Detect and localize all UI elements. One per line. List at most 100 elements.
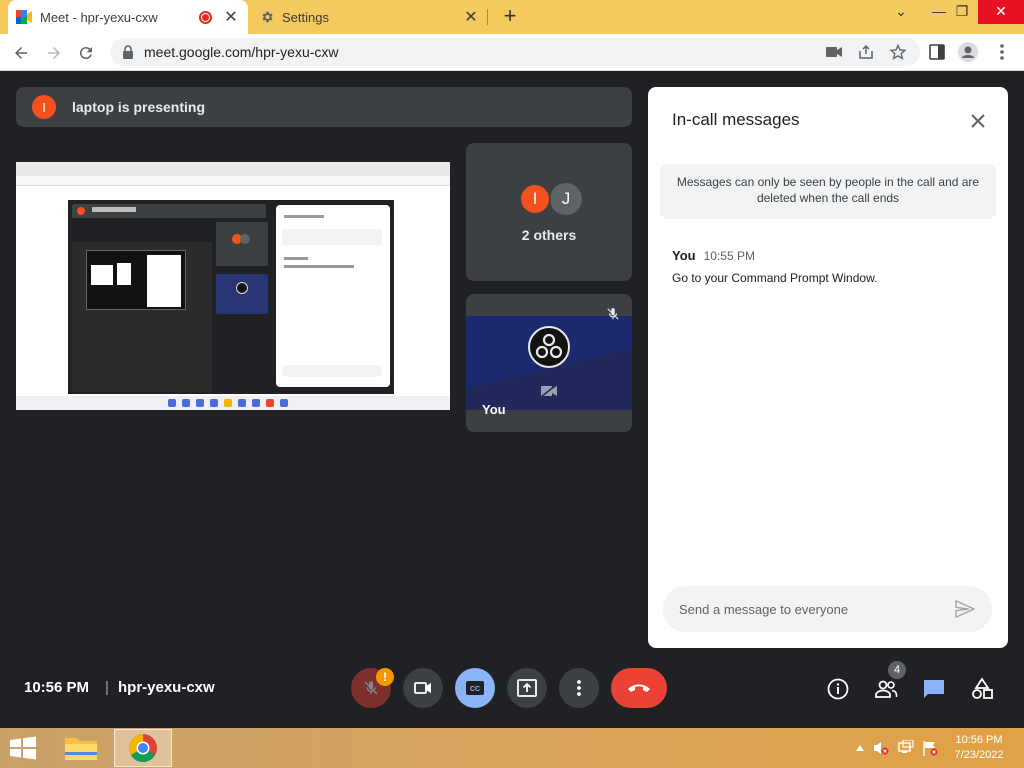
- participant-avatar-j: J: [550, 183, 582, 215]
- send-message-button[interactable]: [954, 598, 976, 620]
- tab-meet-title: Meet - hpr-yexu-cxw: [40, 9, 158, 25]
- bookmark-star-icon[interactable]: [888, 42, 908, 62]
- lock-icon: [123, 45, 133, 59]
- show-hidden-icons-chevron-up-icon[interactable]: [852, 740, 868, 756]
- svg-text:CC: CC: [470, 686, 480, 693]
- tab-meet-close-icon[interactable]: ✕: [222, 7, 240, 27]
- taskbar-time: 10:56 PM: [955, 734, 1003, 746]
- browser-tab-strip: Meet - hpr-yexu-cxw ✕ Settings ✕ + ⌄ — ❐…: [0, 0, 1024, 34]
- shared-screen-nested-share: [72, 242, 212, 392]
- tab-settings-close-icon[interactable]: ✕: [462, 7, 480, 27]
- file-explorer-taskbar-button[interactable]: [62, 733, 100, 763]
- folder-icon: [65, 738, 97, 760]
- shared-screen-chat-panel: [276, 205, 390, 387]
- toggle-captions-button[interactable]: CC: [455, 668, 495, 708]
- hang-up-icon: [628, 684, 650, 692]
- reload-button[interactable]: [73, 40, 99, 66]
- more-options-button[interactable]: [559, 668, 599, 708]
- side-panel-icon[interactable]: [927, 42, 947, 62]
- tab-settings[interactable]: Settings ✕: [252, 0, 488, 34]
- chat-message-input[interactable]: [663, 586, 992, 632]
- people-icon: [875, 680, 898, 698]
- meeting-clock: 10:56 PM: [24, 679, 90, 696]
- restore-window-button[interactable]: ❐: [945, 0, 979, 24]
- windows-taskbar: [0, 728, 1024, 768]
- reload-icon: [79, 47, 92, 60]
- windows-logo-icon: [10, 736, 36, 760]
- shared-screen-taskbar: [16, 396, 450, 410]
- google-meet-icon: [16, 10, 32, 24]
- participant-count-badge: 4: [888, 661, 906, 679]
- activities-button[interactable]: [969, 676, 995, 702]
- tab-search-chevron-down-icon[interactable]: ⌄: [884, 0, 918, 24]
- chat-message: You 10:55 PM Go to your Command Prompt Wi…: [672, 247, 877, 285]
- chat-bubble-icon: [924, 680, 944, 698]
- chat-with-everyone-button[interactable]: [921, 676, 947, 702]
- meeting-code: hpr-yexu-cxw: [118, 679, 215, 696]
- camera-off-icon: [540, 384, 558, 403]
- chat-message-sender: You: [672, 248, 696, 263]
- participant-avatar-i: I: [519, 183, 551, 215]
- tab-divider: [487, 9, 488, 25]
- shared-screen-toolbar: [16, 176, 450, 186]
- obs-logo-icon: [528, 326, 570, 368]
- browser-menu-kebab-icon[interactable]: [992, 42, 1012, 62]
- chrome-taskbar-button[interactable]: [114, 729, 172, 767]
- shared-screen-meet-window: [68, 200, 394, 394]
- browser-toolbar: meet.google.com/hpr-yexu-cxw: [0, 34, 1024, 71]
- self-label: You: [482, 402, 506, 417]
- presenter-avatar: I: [32, 95, 56, 119]
- recording-indicator-icon: [199, 10, 212, 24]
- shared-screen-you-tile: [216, 274, 268, 314]
- action-center-flag-icon[interactable]: [922, 740, 938, 756]
- mic-off-icon: [606, 306, 620, 327]
- shared-screen-presenting-bar: [72, 204, 266, 218]
- others-participants-tile[interactable]: I J 2 others: [466, 143, 632, 281]
- chat-panel-title: In-call messages: [672, 110, 800, 129]
- present-screen-icon: [517, 679, 537, 697]
- new-tab-button[interactable]: +: [498, 4, 522, 28]
- tab-meet[interactable]: Meet - hpr-yexu-cxw ✕: [8, 0, 248, 34]
- info-icon: [827, 678, 849, 700]
- toggle-camera-button[interactable]: [403, 668, 443, 708]
- chat-privacy-notice: Messages can only be seen by people in t…: [660, 164, 996, 219]
- shapes-icon: [972, 678, 993, 699]
- address-bar[interactable]: meet.google.com/hpr-yexu-cxw: [110, 38, 920, 66]
- network-icon[interactable]: [898, 740, 914, 756]
- close-icon: [971, 114, 985, 128]
- more-vert-icon: [577, 680, 581, 696]
- gear-icon: [262, 11, 273, 23]
- chat-message-text: Go to your Command Prompt Window.: [672, 271, 878, 285]
- tab-settings-title: Settings: [282, 9, 329, 25]
- shared-screen-tabstrip: [16, 162, 450, 176]
- meeting-info-separator: |: [105, 679, 109, 696]
- closed-captions-icon: CC: [466, 681, 484, 695]
- forward-button[interactable]: [41, 40, 67, 66]
- address-bar-url: meet.google.com/hpr-yexu-cxw: [144, 44, 339, 60]
- volume-muted-icon[interactable]: [873, 740, 889, 756]
- in-call-messages-panel: In-call messages Messages can only be se…: [648, 87, 1008, 648]
- present-now-button[interactable]: [507, 668, 547, 708]
- presenting-text: laptop is presenting: [72, 99, 206, 115]
- shared-screen-tile[interactable]: [16, 162, 450, 410]
- others-label: 2 others: [521, 227, 577, 243]
- chat-close-button[interactable]: [966, 109, 990, 133]
- chrome-icon: [129, 734, 157, 762]
- arrow-right-icon: [48, 47, 60, 59]
- meeting-details-button[interactable]: [825, 676, 851, 702]
- windows-start-button[interactable]: [8, 736, 38, 760]
- profile-avatar-icon[interactable]: [958, 42, 978, 62]
- close-window-button[interactable]: ✕: [978, 0, 1024, 24]
- self-video-tile[interactable]: You: [466, 294, 632, 432]
- shared-screen-others-tile: [216, 222, 268, 266]
- camera-in-use-icon[interactable]: [824, 42, 844, 62]
- show-everyone-button[interactable]: [873, 676, 899, 702]
- taskbar-clock[interactable]: 10:56 PM 7/23/2022: [944, 733, 1014, 763]
- taskbar-date: 7/23/2022: [954, 749, 1004, 761]
- share-icon[interactable]: [856, 42, 876, 62]
- mic-warning-badge[interactable]: !: [376, 668, 394, 686]
- presenting-banner: I laptop is presenting: [16, 87, 632, 127]
- back-button[interactable]: [8, 40, 34, 66]
- send-icon: [955, 600, 975, 618]
- leave-call-button[interactable]: [611, 668, 667, 708]
